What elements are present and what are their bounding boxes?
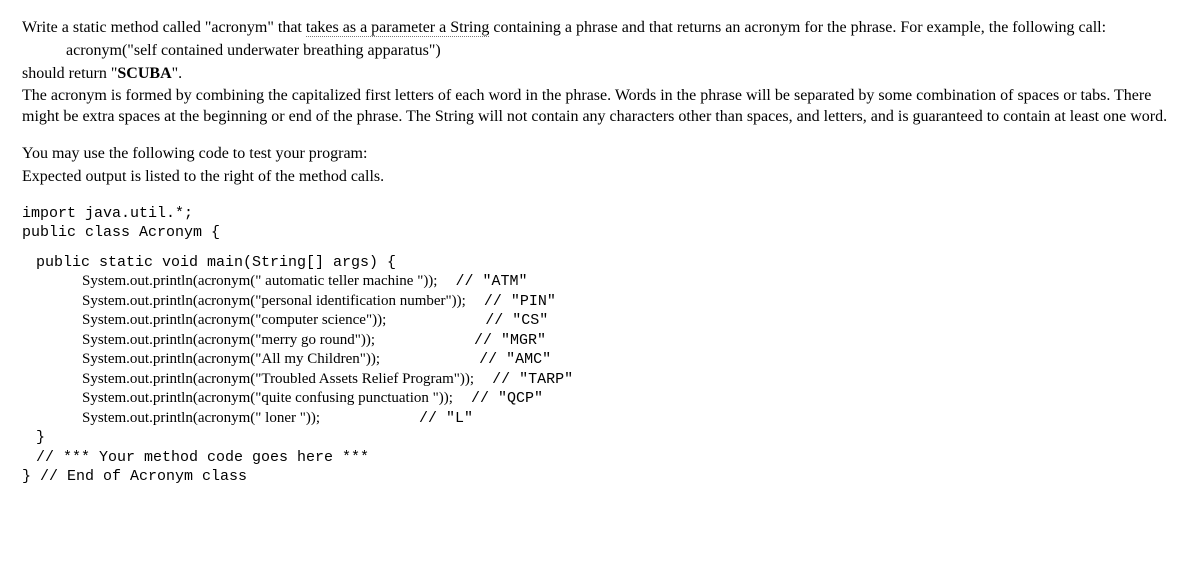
code-call-cs-call: System.out.println(acronym("computer sci… — [82, 312, 386, 328]
code-call-tarp-comment: // "TARP" — [474, 371, 573, 388]
code-block: import java.util.*; public class Acronym… — [22, 204, 1178, 487]
code-your-method-comment: // *** Your method code goes here *** — [22, 448, 1178, 468]
code-call-pin-call: System.out.println(acronym("personal ide… — [82, 293, 466, 309]
scuba-bold: SCUBA — [117, 65, 171, 82]
code-call-qcp-call: System.out.println(acronym("quite confus… — [82, 390, 453, 406]
explanation-paragraph: The acronym is formed by combining the c… — [22, 86, 1178, 128]
code-call-mgr: System.out.println(acronym("merry go rou… — [22, 331, 1178, 351]
code-call-l-comment: // "L" — [320, 410, 473, 427]
test-instructions-line2: Expected output is listed to the right o… — [22, 167, 1178, 188]
code-call-l: System.out.println(acronym(" loner ")); … — [22, 409, 1178, 429]
code-call-mgr-call: System.out.println(acronym("merry go rou… — [82, 332, 375, 348]
code-call-atm-comment: // "ATM" — [437, 273, 527, 290]
code-call-pin-comment: // "PIN" — [466, 293, 556, 310]
text-dotted-underline: takes as a parameter a String — [306, 19, 489, 37]
code-class-decl: public class Acronym { — [22, 223, 1178, 243]
code-main-decl: public static void main(String[] args) { — [22, 253, 1178, 273]
code-call-cs: System.out.println(acronym("computer sci… — [22, 311, 1178, 331]
example-call: acronym("self contained underwater breat… — [22, 41, 1178, 62]
text-after-dotted: containing a phrase and that returns an … — [489, 19, 1106, 36]
code-call-atm-call: System.out.println(acronym(" automatic t… — [82, 273, 437, 289]
code-call-qcp-comment: // "QCP" — [453, 390, 543, 407]
code-main-close: } — [22, 428, 1178, 448]
code-call-amc-call: System.out.println(acronym("All my Child… — [82, 351, 380, 367]
code-call-amc-comment: // "AMC" — [380, 351, 551, 368]
code-call-l-call: System.out.println(acronym(" loner ")); — [82, 410, 320, 426]
test-instructions-line1: You may use the following code to test y… — [22, 144, 1178, 165]
code-call-amc: System.out.println(acronym("All my Child… — [22, 350, 1178, 370]
code-call-mgr-comment: // "MGR" — [375, 332, 546, 349]
problem-statement-line1: Write a static method called "acronym" t… — [22, 18, 1178, 39]
text-before-dotted: Write a static method called "acronym" t… — [22, 19, 306, 36]
code-call-atm: System.out.println(acronym(" automatic t… — [22, 272, 1178, 292]
code-import: import java.util.*; — [22, 204, 1178, 224]
code-call-tarp-call: System.out.println(acronym("Troubled Ass… — [82, 371, 474, 387]
code-call-cs-comment: // "CS" — [386, 312, 548, 329]
code-call-pin: System.out.println(acronym("personal ide… — [22, 292, 1178, 312]
should-return-prefix: should return " — [22, 65, 117, 82]
should-return-suffix: ". — [172, 65, 183, 82]
code-call-qcp: System.out.println(acronym("quite confus… — [22, 389, 1178, 409]
code-call-tarp: System.out.println(acronym("Troubled Ass… — [22, 370, 1178, 390]
should-return-line: should return "SCUBA". — [22, 64, 1178, 85]
code-class-close: } // End of Acronym class — [22, 467, 1178, 487]
